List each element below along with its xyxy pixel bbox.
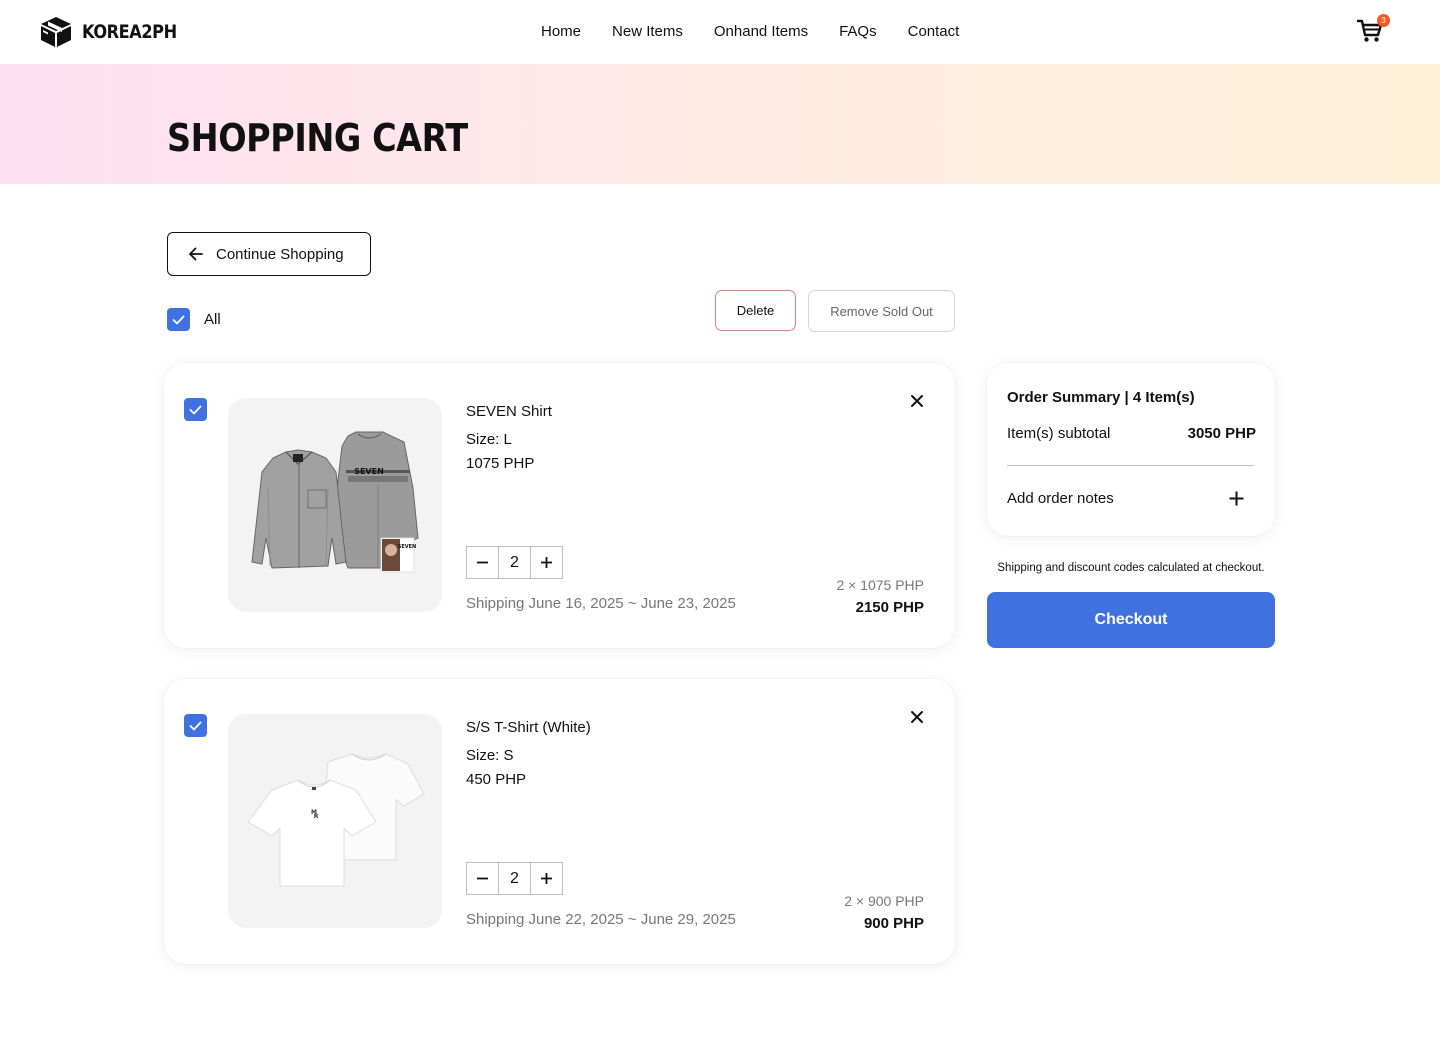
nav-faqs[interactable]: FAQs <box>839 22 877 42</box>
brand-name: KOREA2PH <box>82 21 177 43</box>
subtotal-value: 3050 PHP <box>1187 425 1256 442</box>
shipping-window: Shipping June 16, 2025 ~ June 23, 2025 <box>466 595 736 612</box>
delete-button[interactable]: Delete <box>715 290 796 331</box>
cart-item: M R S/S T-Shirt (White) Size: S 450 PHP … <box>164 679 955 964</box>
product-name[interactable]: SEVEN Shirt <box>466 403 552 420</box>
plus-icon <box>541 873 552 884</box>
shirt-product-image: SEVEN SEVEN <box>251 431 419 573</box>
minus-icon <box>477 877 488 880</box>
brand-logo[interactable]: KOREA2PH <box>40 16 193 48</box>
order-summary-title: Order Summary | 4 Item(s) <box>1007 389 1195 406</box>
item-checkbox[interactable] <box>184 398 207 421</box>
price-calculation: 2 × 1075 PHP <box>836 577 924 593</box>
line-total: 900 PHP <box>863 915 924 932</box>
product-image[interactable]: SEVEN SEVEN <box>228 398 442 612</box>
tshirt-product-image: M R <box>247 753 425 887</box>
quantity-value[interactable]: 2 <box>498 546 531 579</box>
product-name[interactable]: S/S T-Shirt (White) <box>466 719 591 736</box>
select-all-label: All <box>204 311 221 328</box>
remove-sold-out-button[interactable]: Remove Sold Out <box>808 290 955 332</box>
decrease-quantity-button[interactable] <box>466 546 499 579</box>
price-calculation: 2 × 900 PHP <box>844 893 924 909</box>
select-all-row: All <box>167 308 221 331</box>
continue-shopping-label: Continue Shopping <box>216 245 344 263</box>
close-icon <box>911 395 923 407</box>
add-order-notes-button[interactable] <box>1228 490 1245 507</box>
product-size: Size: S <box>466 747 514 764</box>
svg-text:SEVEN: SEVEN <box>398 544 417 550</box>
nav-home[interactable]: Home <box>541 22 581 42</box>
arrow-left-icon <box>189 247 203 261</box>
main-nav: Home New Items Onhand Items FAQs Contact <box>541 22 990 42</box>
product-image[interactable]: M R <box>228 714 442 928</box>
item-checkbox[interactable] <box>184 714 207 737</box>
check-icon <box>172 315 185 324</box>
product-price: 450 PHP <box>466 771 527 788</box>
nav-contact[interactable]: Contact <box>908 22 960 42</box>
cart-button[interactable]: 3 <box>1356 14 1390 44</box>
minus-icon <box>477 561 488 564</box>
increase-quantity-button[interactable] <box>530 546 563 579</box>
check-icon <box>189 405 202 414</box>
nav-new-items[interactable]: New Items <box>612 22 683 42</box>
decrease-quantity-button[interactable] <box>466 862 499 895</box>
product-size: Size: L <box>466 431 512 448</box>
svg-text:SEVEN: SEVEN <box>354 467 384 476</box>
nav-onhand-items[interactable]: Onhand Items <box>714 22 808 42</box>
close-icon <box>911 711 923 723</box>
subtotal-label: Item(s) subtotal <box>1007 425 1111 442</box>
checkout-button[interactable]: Checkout <box>987 592 1275 648</box>
order-summary: Order Summary | 4 Item(s) Item(s) subtot… <box>987 363 1275 536</box>
continue-shopping-button[interactable]: Continue Shopping <box>167 232 371 276</box>
cart-count-badge: 3 <box>1377 14 1390 27</box>
increase-quantity-button[interactable] <box>530 862 563 895</box>
cart-item: SEVEN SEVEN SEVEN Shirt Size: L 1075 PHP <box>164 363 955 648</box>
svg-text:R: R <box>314 813 319 820</box>
site-header: KOREA2PH Home New Items Onhand Items FAQ… <box>0 0 1440 64</box>
shipping-window: Shipping June 22, 2025 ~ June 29, 2025 <box>466 911 736 928</box>
order-notes-label[interactable]: Add order notes <box>1007 490 1114 507</box>
line-total: 2150 PHP <box>855 599 924 616</box>
plus-icon <box>1229 491 1244 506</box>
remove-item-button[interactable] <box>909 709 925 725</box>
remove-item-button[interactable] <box>909 393 925 409</box>
logo-box-icon <box>41 17 71 47</box>
check-icon <box>189 721 202 730</box>
shipping-note: Shipping and discount codes calculated a… <box>997 562 1265 574</box>
quantity-stepper: 2 <box>466 862 563 895</box>
quantity-value[interactable]: 2 <box>498 862 531 895</box>
select-all-checkbox[interactable] <box>167 308 190 331</box>
summary-divider <box>1007 465 1254 466</box>
product-price: 1075 PHP <box>466 455 535 472</box>
plus-icon <box>541 557 552 568</box>
page-banner: SHOPPING CART <box>0 64 1440 184</box>
quantity-stepper: 2 <box>466 546 563 579</box>
page-title: SHOPPING CART <box>167 116 468 160</box>
